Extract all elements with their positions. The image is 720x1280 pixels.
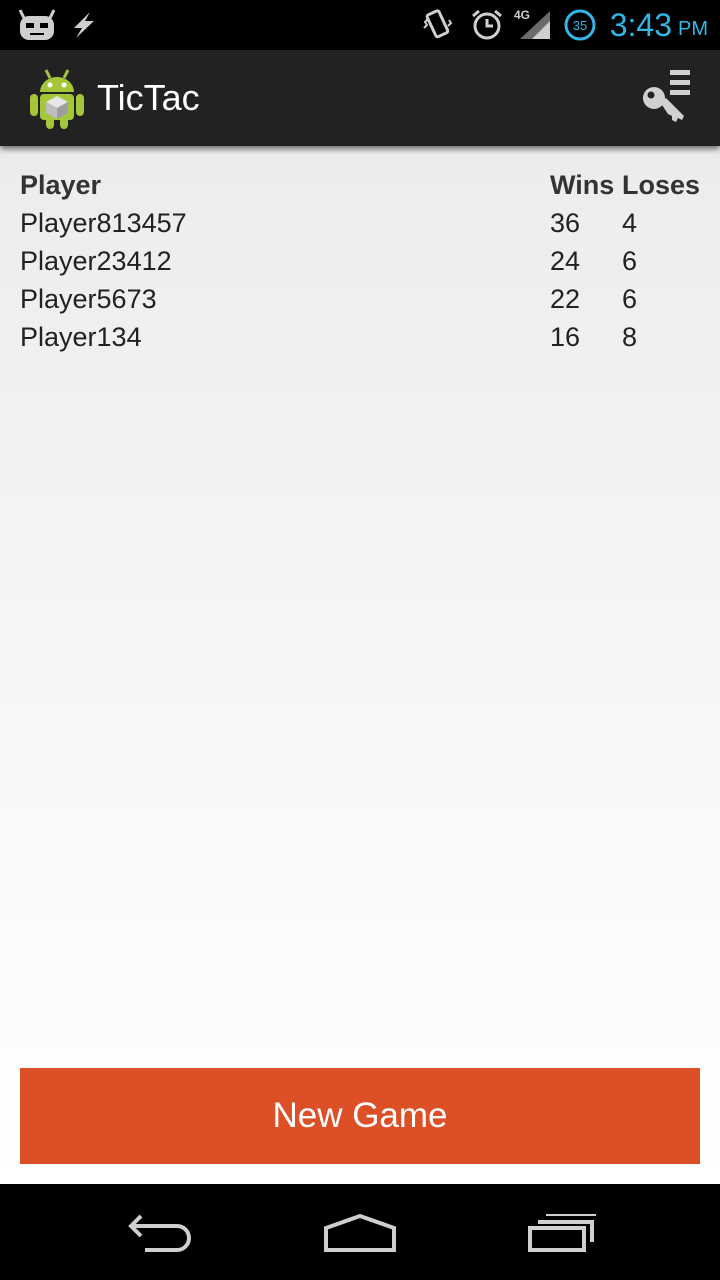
header-loses: Loses [621,169,700,200]
player-wins: 36 [550,207,581,238]
battery-level-label: 35 [573,18,587,33]
battery-icon: 35 [563,0,597,50]
player-loses: 6 [621,245,637,276]
flash-icon [68,0,98,50]
back-icon[interactable] [110,1202,210,1262]
player-name: Player134 [20,321,142,352]
player-wins: 22 [550,283,581,314]
player-wins: 16 [550,321,581,352]
android-robot-icon[interactable] [28,66,86,130]
cyanogen-icon [18,0,56,50]
alarm-icon [470,0,504,50]
recent-apps-icon[interactable] [512,1202,612,1262]
table-row: Player813457 36 4 [20,204,700,242]
home-icon[interactable] [310,1202,410,1262]
player-loses: 6 [621,283,637,314]
table-row: Player134 16 8 [20,318,700,356]
app-title: TicTac [97,77,200,118]
table-header-row: Player Wins Loses [20,166,700,204]
player-loses: 8 [621,321,637,352]
player-name: Player5673 [20,283,157,314]
scores-table: Player Wins Loses Player813457 36 4 Play… [20,166,700,356]
vibrate-icon [420,0,454,50]
clock: 3:43 PM [610,0,708,50]
table-row: Player23412 24 6 [20,242,700,280]
navigation-bar [0,1184,720,1280]
status-bar: 4G 35 3:43 PM [0,0,720,50]
clock-time: 3:43 [609,6,672,43]
player-name: Player23412 [20,245,172,276]
scoreboard-panel: Player Wins Loses Player813457 36 4 Play… [0,146,720,1184]
player-wins: 24 [550,245,581,276]
key-menu-icon[interactable] [638,68,698,128]
clock-ampm: PM [678,17,708,40]
header-player: Player [20,169,102,200]
network-type-label: 4G [514,8,530,22]
new-game-button[interactable]: New Game [20,1068,700,1164]
player-name: Player813457 [20,207,187,238]
header-wins: Wins [550,169,615,200]
action-bar: TicTac [0,50,720,146]
signal-icon: 4G [514,0,552,50]
player-loses: 4 [621,207,637,238]
table-row: Player5673 22 6 [20,280,700,318]
